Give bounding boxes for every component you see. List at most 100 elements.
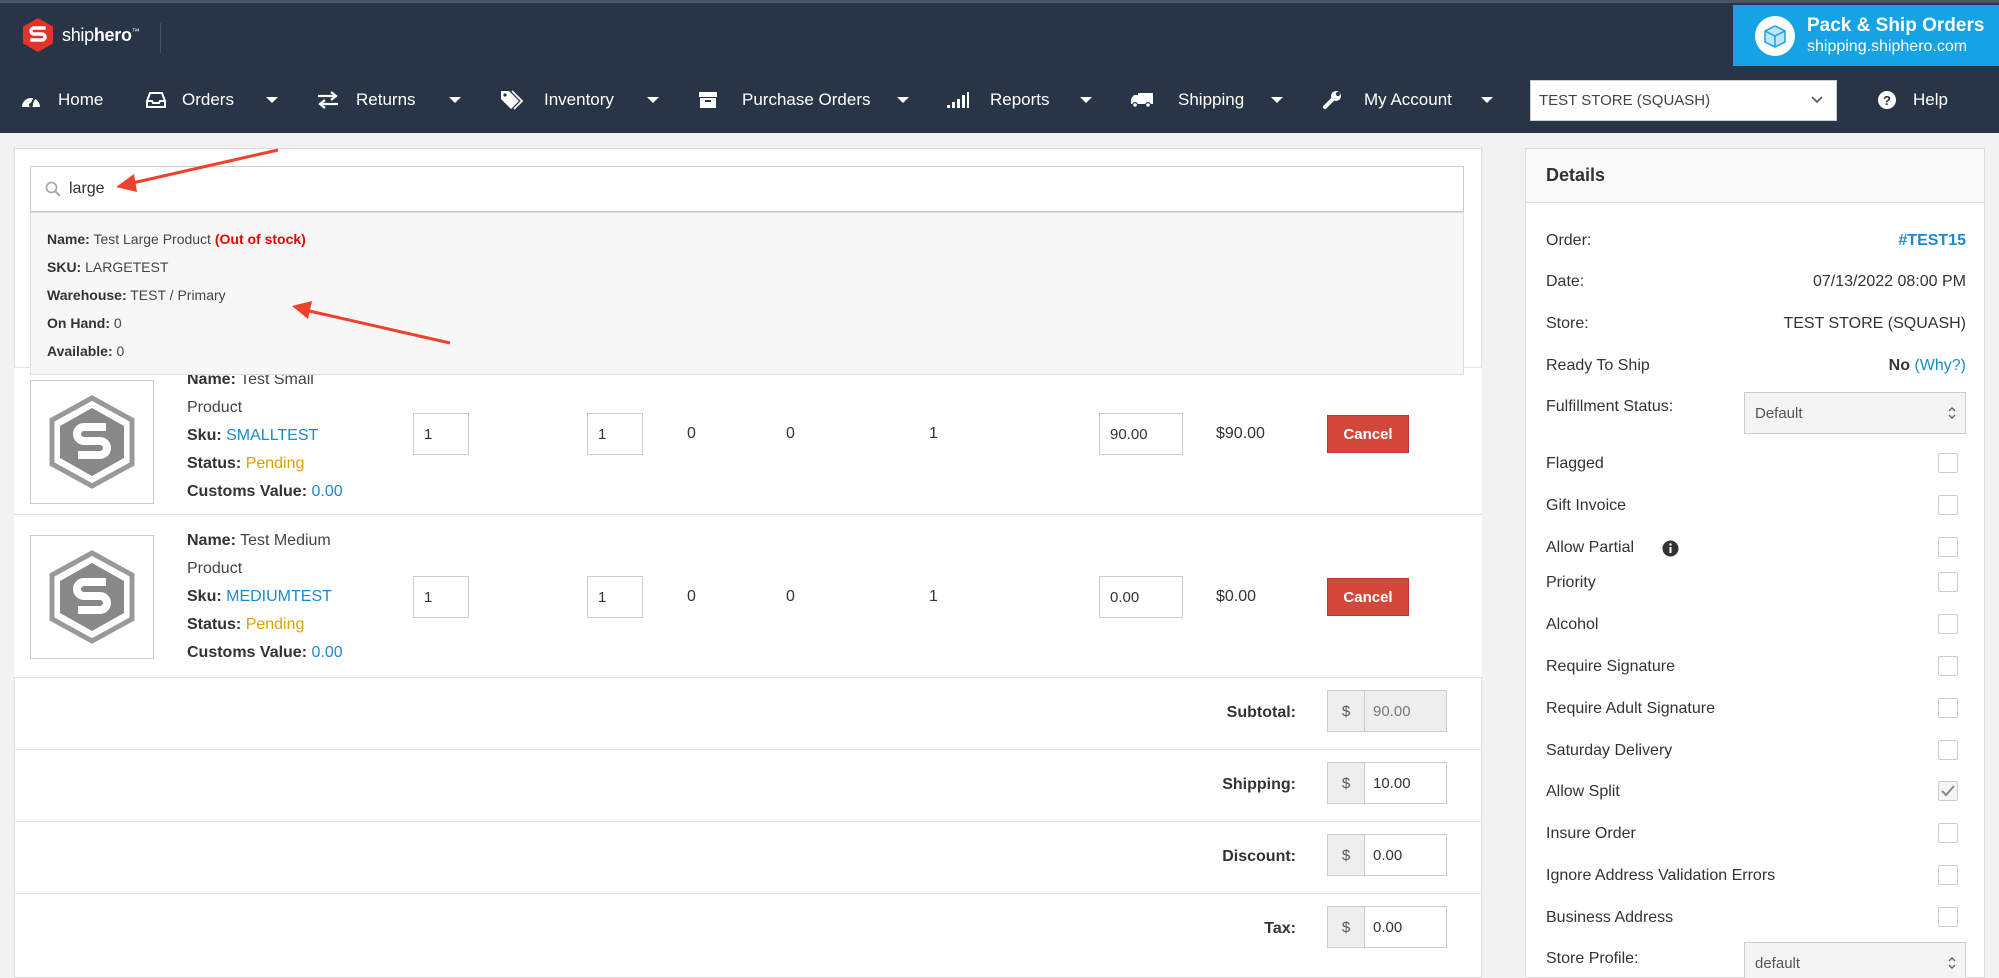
help-circle-icon: ? (1878, 90, 1896, 109)
quantity-input[interactable]: 1 (413, 576, 469, 618)
store-select[interactable]: TEST STORE (SQUASH) (1530, 80, 1837, 121)
item-count-1: 0 (687, 588, 696, 605)
saturday-delivery-checkbox[interactable] (1938, 740, 1958, 760)
item-customs-value[interactable]: 0.00 (311, 483, 342, 500)
tax-row: Tax: $ 0.00 (14, 893, 1482, 965)
product-search-input[interactable]: large (30, 166, 1464, 212)
nav-inventory-label: Inventory (544, 89, 614, 109)
nav-shipping[interactable]: Shipping (1130, 66, 1244, 133)
top-bar: shiphero™ Pack & Ship Orders shipping.sh… (0, 0, 1999, 66)
flag-label: Require Adult Signature (1546, 700, 1715, 717)
flag-label: Ignore Address Validation Errors (1546, 867, 1776, 884)
allow-split-checkbox[interactable] (1938, 781, 1958, 801)
nav-returns[interactable]: Returns (316, 66, 416, 133)
fulfillment-status-select[interactable]: Default (1744, 392, 1966, 434)
nav-inventory[interactable]: Inventory (500, 66, 614, 133)
shipping-caret-icon[interactable] (1271, 97, 1283, 103)
logo-tm: ™ (131, 26, 140, 36)
result-name: Test Large Product (93, 231, 211, 247)
nav-reports[interactable]: Reports (946, 66, 1050, 133)
result-warehouse: TEST / Primary (130, 287, 226, 303)
svg-text:?: ? (1883, 93, 1891, 108)
tax-input[interactable]: 0.00 (1365, 906, 1447, 948)
nav-my-account[interactable]: My Account (1322, 66, 1452, 133)
store-select-value: TEST STORE (SQUASH) (1539, 92, 1711, 109)
orders-caret-icon[interactable] (266, 97, 278, 103)
box-icon (1755, 15, 1795, 56)
search-result-item[interactable]: Name: Test Large Product (Out of stock) … (30, 212, 1464, 375)
store-profile-row: Store Profile: default (1546, 942, 1966, 978)
table-row: Name: Test Small Product Sku: SMALLTEST … (14, 367, 1482, 530)
shipping-row: Shipping: $ 10.00 (14, 749, 1482, 821)
store-profile-select[interactable]: default (1744, 942, 1966, 978)
pack-ship-promo-button[interactable]: Pack & Ship Orders shipping.shiphero.com (1733, 5, 1999, 66)
subtotal-row: Subtotal: $ 90.00 (14, 677, 1482, 749)
discount-input[interactable]: 0.00 (1365, 834, 1447, 876)
purchase-orders-caret-icon[interactable] (897, 97, 909, 103)
subtotal-label: Subtotal: (1226, 704, 1296, 721)
nav-purchase-orders[interactable]: Purchase Orders (698, 66, 871, 133)
quantity-allocated-input[interactable]: 1 (587, 413, 643, 455)
flagged-checkbox[interactable] (1938, 453, 1958, 473)
chevron-down-icon (1811, 96, 1823, 104)
ignore-address-validation-checkbox[interactable] (1938, 865, 1958, 885)
quantity-input[interactable]: 1 (413, 413, 469, 455)
my-account-caret-icon[interactable] (1481, 97, 1493, 103)
nav-home[interactable]: Home (20, 66, 103, 133)
insure-order-checkbox[interactable] (1938, 823, 1958, 843)
price-input[interactable]: 90.00 (1099, 413, 1183, 455)
tags-icon (501, 89, 524, 110)
info-icon[interactable] (1662, 540, 1679, 557)
item-sku-link[interactable]: MEDIUMTEST (226, 588, 332, 605)
fulfillment-status-label: Fulfillment Status: (1546, 398, 1674, 415)
priority-checkbox[interactable] (1938, 572, 1958, 592)
item-count-3: 1 (929, 588, 938, 605)
currency-addon: $ (1327, 762, 1365, 804)
updown-arrows-icon (1948, 957, 1956, 969)
require-signature-checkbox[interactable] (1938, 656, 1958, 676)
shipping-input[interactable]: 10.00 (1365, 762, 1447, 804)
nav-help[interactable]: ? Help (1877, 66, 1948, 133)
nav-help-label: Help (1913, 89, 1948, 109)
cancel-item-button[interactable]: Cancel (1327, 415, 1409, 453)
quantity-allocated-input[interactable]: 1 (587, 576, 643, 618)
date-label: Date: (1546, 273, 1585, 290)
flag-label: Allow Partial (1546, 539, 1635, 556)
result-sku: LARGETEST (85, 259, 169, 275)
alcohol-checkbox[interactable] (1938, 614, 1958, 634)
item-info: Name: Test Small Product Sku: SMALLTEST … (187, 366, 367, 506)
inventory-caret-icon[interactable] (647, 97, 659, 103)
shiphero-logo[interactable]: shiphero™ (20, 17, 140, 53)
gift-invoice-checkbox[interactable] (1938, 495, 1958, 515)
item-sku-label: Sku: (187, 427, 222, 444)
nav-purchase-orders-label: Purchase Orders (742, 89, 871, 109)
item-info: Name: Test Medium Product Sku: MEDIUMTES… (187, 527, 367, 667)
allow-partial-row: Allow Partial (1546, 537, 1966, 557)
promo-url: shipping.shiphero.com (1807, 37, 1968, 55)
flag-label: Business Address (1546, 909, 1674, 926)
out-of-stock-badge: (Out of stock) (214, 231, 306, 247)
insure-order-row: Insure Order (1546, 823, 1966, 843)
priority-row: Priority (1546, 572, 1966, 592)
result-on-hand: 0 (113, 315, 122, 331)
product-placeholder-icon (49, 395, 135, 489)
item-name-label: Name: (187, 532, 236, 549)
why-link[interactable]: (Why?) (1914, 357, 1966, 374)
item-count-3: 1 (929, 425, 938, 442)
business-address-checkbox[interactable] (1938, 907, 1958, 927)
reports-caret-icon[interactable] (1080, 97, 1092, 103)
require-adult-signature-checkbox[interactable] (1938, 698, 1958, 718)
shipping-field: $ 10.00 (1327, 762, 1447, 804)
order-date: 07/13/2022 08:00 PM (1812, 273, 1966, 290)
wrench-icon (1323, 90, 1341, 109)
allow-partial-checkbox[interactable] (1938, 537, 1958, 557)
price-input[interactable]: 0.00 (1099, 576, 1183, 618)
updown-arrows-icon (1948, 407, 1956, 419)
item-customs-value[interactable]: 0.00 (311, 644, 342, 661)
item-sku-link[interactable]: SMALLTEST (226, 427, 318, 444)
nav-orders[interactable]: Orders (146, 66, 234, 133)
cancel-item-button[interactable]: Cancel (1327, 578, 1409, 616)
order-number-link[interactable]: #TEST15 (1898, 232, 1966, 250)
main-nav: Home Orders Returns Inventory Purchase O… (0, 66, 1999, 133)
returns-caret-icon[interactable] (449, 97, 461, 103)
